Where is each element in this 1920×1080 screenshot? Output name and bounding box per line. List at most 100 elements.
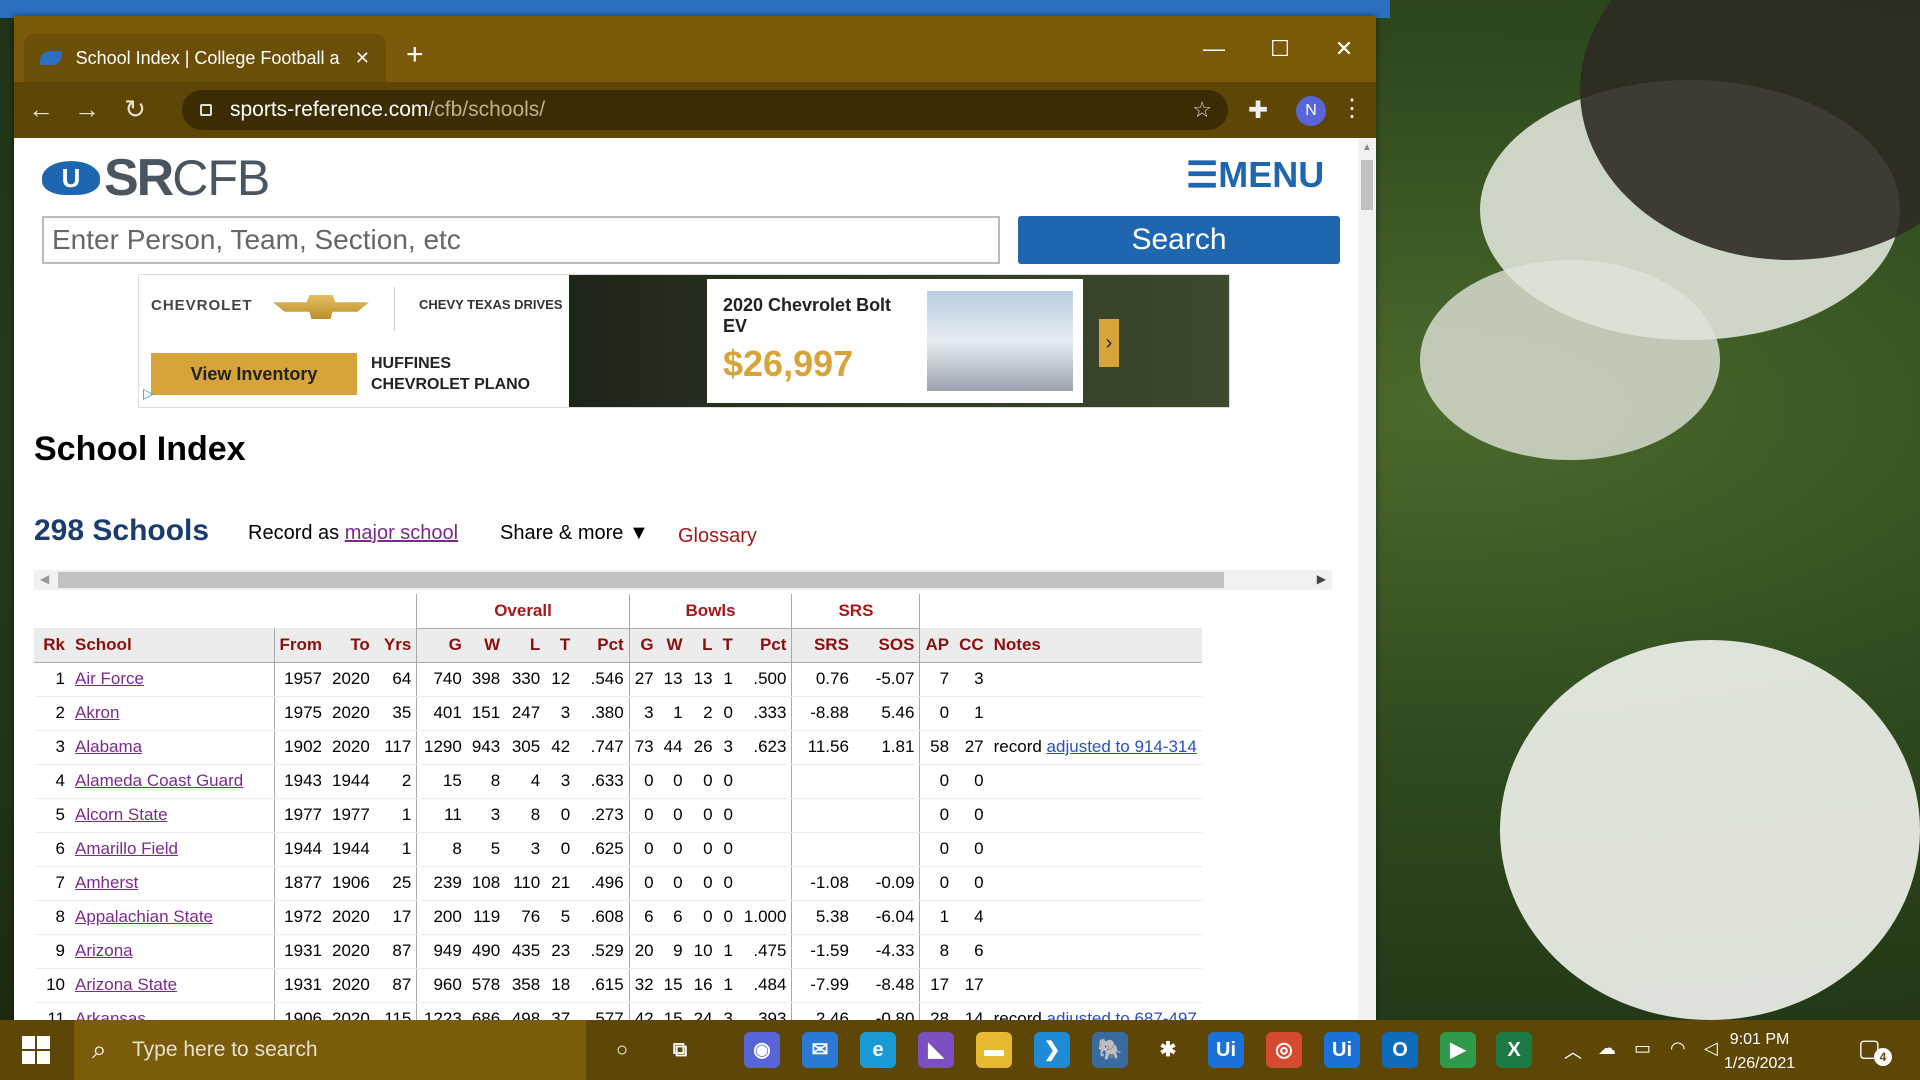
- cell-ap: 58: [919, 730, 955, 765]
- volume-muted-icon[interactable]: ◁: [1704, 1038, 1718, 1059]
- discord-icon[interactable]: ◉: [744, 1032, 780, 1068]
- column-header-notes[interactable]: Notes: [988, 628, 1202, 663]
- view-inventory-button[interactable]: View Inventory: [151, 353, 357, 395]
- battery-icon[interactable]: ▭: [1634, 1038, 1651, 1059]
- mail-icon[interactable]: ✉: [802, 1032, 838, 1068]
- column-header-cc[interactable]: CC: [954, 628, 989, 663]
- site-search-input[interactable]: [42, 216, 1000, 264]
- uipath-studio-icon[interactable]: Ui: [1208, 1032, 1244, 1068]
- glossary-link[interactable]: Glossary: [678, 525, 757, 548]
- scroll-right-icon[interactable]: ▶: [1317, 572, 1326, 586]
- column-header-bowls-pct[interactable]: Pct: [737, 628, 793, 663]
- ad-vehicle-card[interactable]: 2020 Chevrolet Bolt EV $26,997: [707, 279, 1083, 403]
- school-link[interactable]: Amarillo Field: [75, 839, 178, 858]
- cortana-icon[interactable]: ○: [604, 1032, 640, 1068]
- adchoices-icon[interactable]: ▷: [143, 385, 154, 402]
- school-link[interactable]: Appalachian State: [75, 907, 213, 926]
- notes-adjusted-link[interactable]: adjusted to 687-497: [1047, 1009, 1197, 1020]
- notes-adjusted-link[interactable]: adjusted to 914-314: [1047, 737, 1197, 756]
- edge-icon[interactable]: e: [860, 1032, 896, 1068]
- column-header-rk[interactable]: Rk: [34, 628, 70, 663]
- back-icon[interactable]: ←: [24, 94, 58, 125]
- school-link[interactable]: Akron: [75, 703, 119, 722]
- extensions-puzzle-icon[interactable]: ✚: [1248, 96, 1268, 125]
- column-header-ap[interactable]: AP: [919, 628, 955, 663]
- new-tab-button[interactable]: +: [406, 40, 424, 70]
- cell-overall-pct: .633: [575, 764, 630, 799]
- advertisement-banner[interactable]: CHEVROLET CHEVY TEXAS DRIVES View Invent…: [138, 274, 1230, 408]
- browser-menu-icon[interactable]: ⋮: [1340, 94, 1364, 123]
- cell-overall-l: 247: [505, 696, 546, 731]
- column-header-srs[interactable]: SRS: [791, 628, 854, 663]
- uipath-robot-icon[interactable]: Ui: [1324, 1032, 1360, 1068]
- cell-sos: -0.80: [853, 1002, 921, 1020]
- column-header-overall-t[interactable]: T: [545, 628, 576, 663]
- notification-center-icon[interactable]: ▢ 4: [1858, 1034, 1892, 1066]
- column-header-bowls-l[interactable]: L: [687, 628, 718, 663]
- close-window-icon[interactable]: ✕: [1324, 36, 1364, 62]
- cell-cc: 27: [954, 730, 989, 765]
- school-link[interactable]: Alameda Coast Guard: [75, 771, 243, 790]
- chrome-icon[interactable]: ◎: [1266, 1032, 1302, 1068]
- column-header-bowls-t[interactable]: T: [717, 628, 738, 663]
- reload-icon[interactable]: ↻: [118, 94, 152, 125]
- taskbar-search-box[interactable]: ⌕ Type here to search: [74, 1020, 586, 1080]
- column-header-overall-l[interactable]: L: [505, 628, 546, 663]
- ad-next-arrow-icon[interactable]: ›: [1099, 319, 1119, 367]
- column-header-bowls-w[interactable]: W: [658, 628, 688, 663]
- school-link[interactable]: Arizona: [75, 941, 133, 960]
- outlook-icon[interactable]: O: [1382, 1032, 1418, 1068]
- browser-tab[interactable]: School Index | College Football a ✕: [24, 34, 386, 82]
- cell-sos: 5.46: [853, 696, 921, 731]
- scroll-thumb[interactable]: [58, 572, 1224, 588]
- scroll-left-icon[interactable]: ◀: [40, 572, 49, 586]
- search-button[interactable]: Search: [1018, 216, 1340, 264]
- show-hidden-icons-icon[interactable]: ︿: [1564, 1038, 1582, 1064]
- media-player-icon[interactable]: ▶: [1440, 1032, 1476, 1068]
- column-header-sos[interactable]: SOS: [853, 628, 921, 663]
- taskbar-clock[interactable]: 9:01 PM 1/26/2021: [1724, 1028, 1795, 1076]
- excel-icon[interactable]: X: [1496, 1032, 1532, 1068]
- column-header-bowls-g[interactable]: G: [629, 628, 659, 663]
- vscode-icon[interactable]: ❯: [1034, 1032, 1070, 1068]
- column-header-overall-w[interactable]: W: [466, 628, 506, 663]
- address-bar[interactable]: sports-reference.com /cfb/schools/ ☆: [182, 90, 1228, 130]
- share-more-menu[interactable]: Share & more ▼: [500, 522, 649, 545]
- column-header-school[interactable]: School: [70, 628, 275, 663]
- column-header-yrs[interactable]: Yrs: [374, 628, 418, 663]
- profile-avatar[interactable]: N: [1296, 96, 1326, 126]
- school-link[interactable]: Alabama: [75, 737, 142, 756]
- school-link[interactable]: Amherst: [75, 873, 138, 892]
- school-link[interactable]: Air Force: [75, 669, 144, 688]
- scroll-up-icon[interactable]: ▲: [1362, 142, 1372, 153]
- wifi-icon[interactable]: ◠: [1670, 1038, 1686, 1059]
- cell-school: Appalachian State: [70, 900, 275, 935]
- minimize-icon[interactable]: —: [1194, 36, 1234, 62]
- page-vertical-scrollbar[interactable]: ▲: [1358, 138, 1376, 1020]
- cell-srs: 0.76: [791, 662, 854, 697]
- bookmark-star-icon[interactable]: ☆: [1192, 97, 1212, 123]
- srcfb-logo[interactable]: U SR CFB: [42, 148, 270, 208]
- visual-studio-icon[interactable]: ◣: [918, 1032, 954, 1068]
- table-horizontal-scrollbar[interactable]: ◀ ▶: [34, 570, 1332, 590]
- maximize-icon[interactable]: ☐: [1260, 36, 1300, 62]
- vertical-scroll-thumb[interactable]: [1361, 160, 1373, 210]
- file-explorer-icon[interactable]: ▬: [976, 1032, 1012, 1068]
- column-header-to[interactable]: To: [327, 628, 375, 663]
- cell-bowls-t: 0: [717, 900, 738, 935]
- tab-close-icon[interactable]: ✕: [355, 48, 370, 69]
- column-header-overall-pct[interactable]: Pct: [575, 628, 630, 663]
- column-header-from[interactable]: From: [274, 628, 327, 663]
- school-link[interactable]: Alcorn State: [75, 805, 168, 824]
- major-school-link[interactable]: major school: [345, 522, 458, 544]
- postgres-icon[interactable]: 🐘: [1092, 1032, 1128, 1068]
- slack-icon[interactable]: ✱: [1150, 1032, 1186, 1068]
- onedrive-cloud-icon[interactable]: ☁: [1598, 1038, 1616, 1059]
- school-link[interactable]: Arizona State: [75, 975, 177, 994]
- forward-icon[interactable]: →: [70, 94, 104, 125]
- windows-start-icon[interactable]: [22, 1036, 50, 1064]
- menu-button[interactable]: ☰MENU: [1186, 154, 1324, 196]
- task-view-icon[interactable]: ⧉: [662, 1032, 698, 1068]
- column-header-overall-g[interactable]: G: [416, 628, 467, 663]
- school-link[interactable]: Arkansas: [75, 1009, 146, 1020]
